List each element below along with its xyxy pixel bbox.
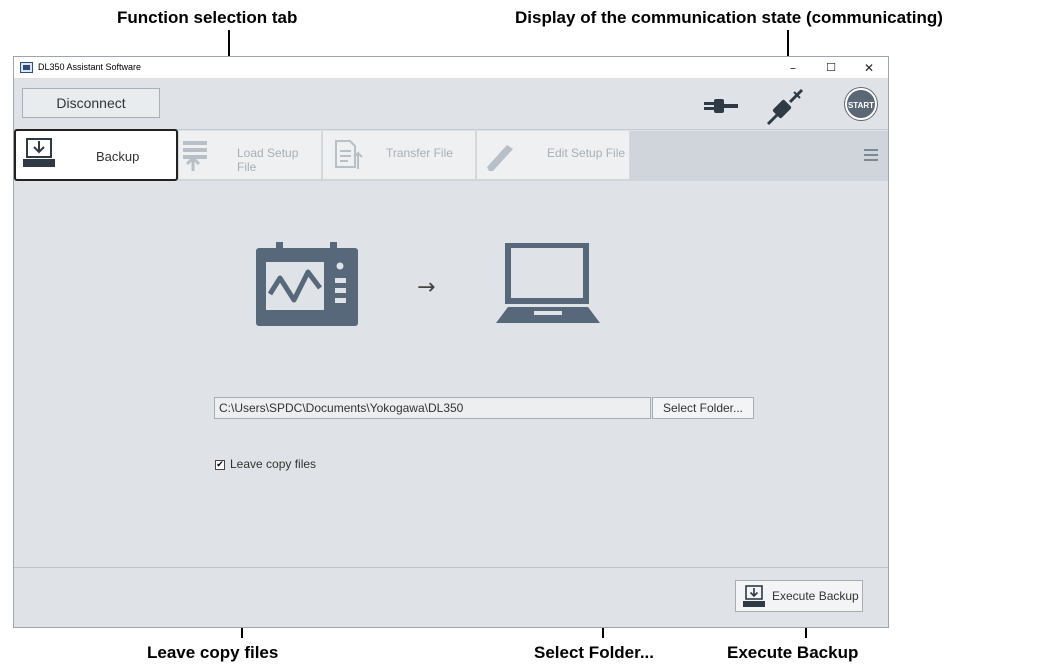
transfer-arrow: →: [417, 275, 436, 300]
tab-backup[interactable]: Backup: [14, 129, 178, 181]
callout-execute: Execute Backup: [727, 643, 859, 662]
tab-load-setup-file[interactable]: Load Setup File: [179, 131, 322, 179]
hamburger-menu-icon[interactable]: [864, 149, 878, 161]
execute-backup-icon: [743, 585, 765, 607]
callout-select-folder: Select Folder...: [534, 643, 654, 662]
backup-panel: → C:\Users\SPDC\Documents\Yokogawa\DL350…: [14, 181, 888, 567]
tab-transfer-label: Transfer File: [386, 146, 453, 160]
execute-backup-label: Execute Backup: [772, 589, 859, 603]
recorder-device-icon: [256, 242, 358, 326]
callout-comm-state: Display of the communication state (comm…: [515, 8, 943, 27]
backup-folder-path[interactable]: C:\Users\SPDC\Documents\Yokogawa\DL350: [214, 397, 651, 419]
tab-edit-label: Edit Setup File: [547, 146, 626, 160]
function-tab-bar: Backup Load Setup File Transfer File Edi…: [14, 129, 888, 181]
laptop-icon: [496, 243, 600, 323]
disconnect-button[interactable]: Disconnect: [22, 88, 160, 118]
leave-copy-checkbox[interactable]: ✔: [215, 460, 225, 470]
edit-pencil-icon: [487, 145, 513, 171]
start-button[interactable]: START: [845, 88, 877, 120]
execute-backup-button[interactable]: Execute Backup: [735, 580, 863, 612]
backup-icon: [23, 138, 55, 167]
tab-edit-setup-file[interactable]: Edit Setup File: [477, 131, 630, 179]
plug-icon: [704, 99, 738, 113]
tab-backup-label: Backup: [96, 149, 140, 164]
top-toolbar: Disconnect START: [14, 80, 888, 130]
callout-leave-copy: Leave copy files: [147, 643, 279, 662]
communicating-icon[interactable]: [764, 84, 808, 128]
title-bar: DL350 Assistant Software – ☐ ✕: [14, 57, 888, 79]
tab-transfer-file[interactable]: Transfer File: [323, 131, 476, 179]
maximize-button[interactable]: ☐: [812, 57, 850, 79]
select-folder-button[interactable]: Select Folder...: [652, 397, 754, 419]
callout-function-tab: Function selection tab: [117, 8, 298, 27]
app-window: DL350 Assistant Software – ☐ ✕ Disconnec…: [13, 56, 889, 628]
transfer-file-icon: [335, 140, 363, 169]
close-button[interactable]: ✕: [850, 57, 888, 79]
app-logo-icon: [20, 62, 33, 73]
window-title: DL350 Assistant Software: [38, 62, 142, 72]
bottom-bar: Execute Backup: [14, 567, 888, 627]
leave-copy-label: Leave copy files: [230, 457, 317, 471]
start-label: START: [847, 101, 875, 110]
tab-load-setup-label: Load Setup File: [237, 146, 299, 174]
load-setup-icon: [183, 141, 207, 171]
minimize-button[interactable]: –: [774, 57, 812, 79]
